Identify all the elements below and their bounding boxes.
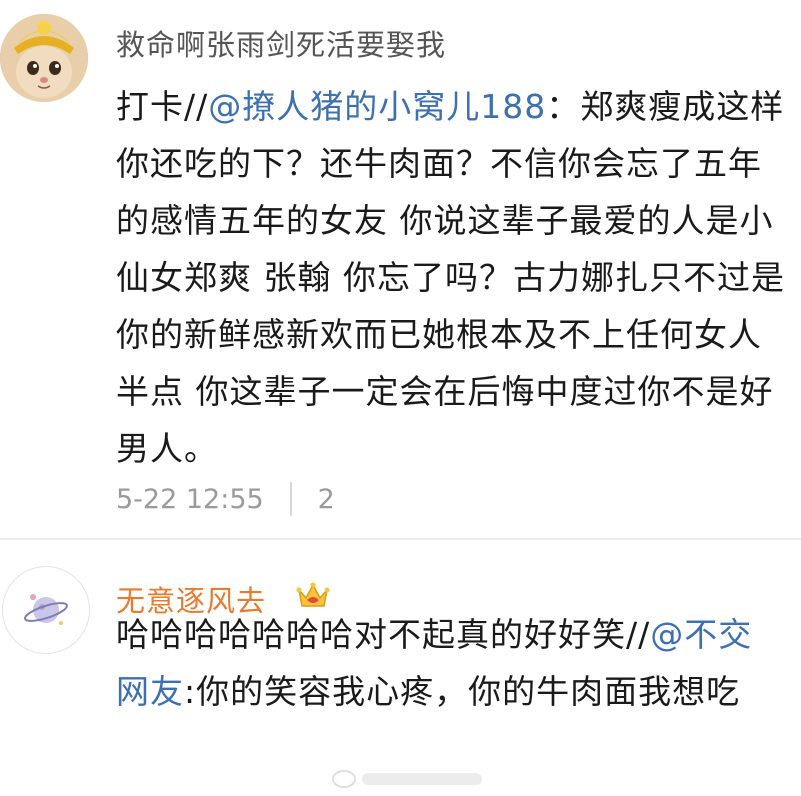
avatar[interactable]: [2, 566, 90, 654]
comment-text: 打卡//@撩人猪的小窝儿188：郑爽瘦成这样你还吃的下？还牛肉面？不信你会忘了五…: [116, 78, 786, 477]
comment-timestamp: 5-22 12:55: [116, 483, 264, 515]
comment-meta: 5-22 12:55 2: [116, 482, 335, 516]
avatar[interactable]: [0, 14, 88, 102]
comment-text-body: ：郑爽瘦成这样你还吃的下？还牛肉面？不信你会忘了五年的感情五年的女友 你说这辈子…: [116, 87, 785, 468]
cat-avatar-icon: [0, 14, 88, 102]
comment-author[interactable]: 救命啊张雨剑死活要娶我: [116, 22, 446, 64]
meta-divider: [289, 482, 292, 516]
planet-icon: [23, 594, 69, 625]
mention-link[interactable]: @撩人猪的小窝儿188: [208, 87, 546, 126]
weibo-watermark-icon: [332, 770, 482, 788]
comment-item: 救命啊张雨剑死活要娶我 打卡//@撩人猪的小窝儿188：郑爽瘦成这样你还吃的下？…: [0, 0, 801, 540]
comment-text-prefix: 打卡//: [116, 87, 209, 126]
comment-text-prefix: 哈哈哈哈哈哈哈对不起真的好好笑//: [116, 615, 651, 654]
comment-text: 哈哈哈哈哈哈哈对不起真的好好笑//@不交网友:你的笑容我心疼，你的牛肉面我想吃: [116, 606, 786, 720]
comment-text-body: :你的笑容我心疼，你的牛肉面我想吃: [184, 672, 741, 711]
reply-count[interactable]: 2: [318, 484, 335, 515]
